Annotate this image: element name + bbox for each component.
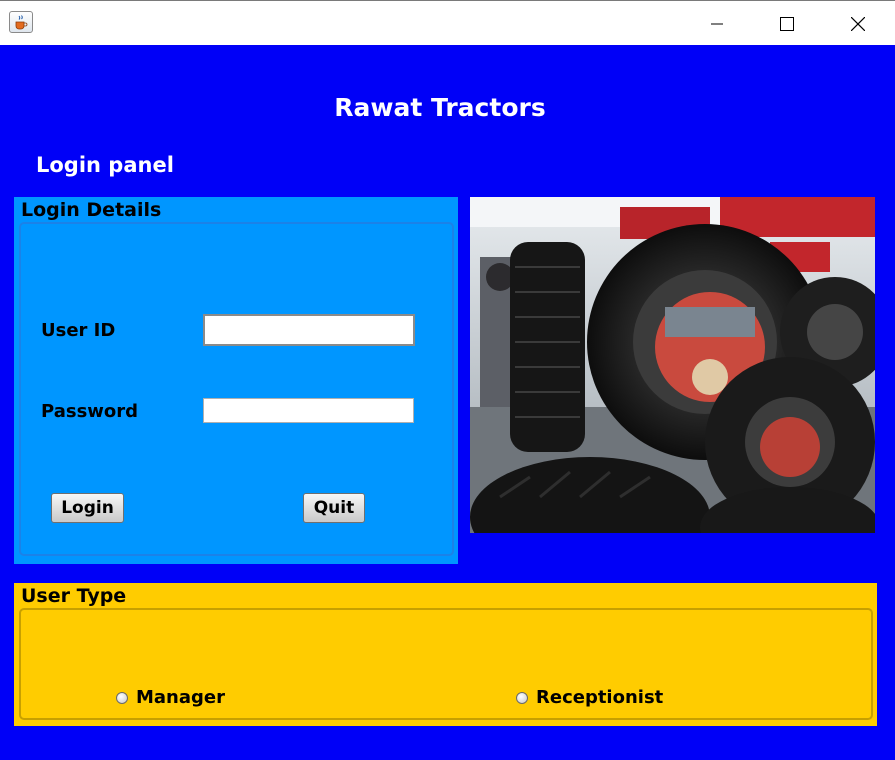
maximize-button[interactable] [764,1,810,46]
minimize-icon [711,23,723,24]
radio-receptionist[interactable]: Receptionist [516,687,663,708]
radio-manager[interactable]: Manager [116,687,225,708]
main-window-content: Rawat Tractors Login panel Login Details… [0,45,895,760]
radio-button-icon[interactable] [116,691,128,704]
tires-photo [470,197,875,533]
user-type-legend: User Type [21,585,127,607]
radio-manager-label: Manager [136,687,225,708]
user-id-input[interactable] [203,314,415,346]
login-panel-heading: Login panel [36,153,174,177]
close-icon [851,16,865,31]
minimize-button[interactable] [694,1,740,46]
password-input[interactable] [203,398,414,423]
user-type-panel: User Type Manager Receptionist [14,583,877,726]
close-button[interactable] [835,1,881,46]
login-details-panel: Login Details User ID Password Login Qui… [14,197,458,564]
password-label: Password [41,401,139,422]
radio-button-icon[interactable] [516,691,528,704]
window-titlebar [0,0,895,45]
login-details-legend: Login Details [21,199,162,221]
login-button[interactable]: Login [51,493,124,523]
radio-receptionist-label: Receptionist [536,687,664,708]
user-type-border: Manager Receptionist [19,608,873,720]
login-details-border: User ID Password Login Quit [19,222,454,556]
app-title: Rawat Tractors [334,93,546,122]
java-cup-icon [9,11,33,33]
quit-button[interactable]: Quit [303,493,365,523]
maximize-icon [780,16,794,31]
user-id-label: User ID [41,320,116,341]
